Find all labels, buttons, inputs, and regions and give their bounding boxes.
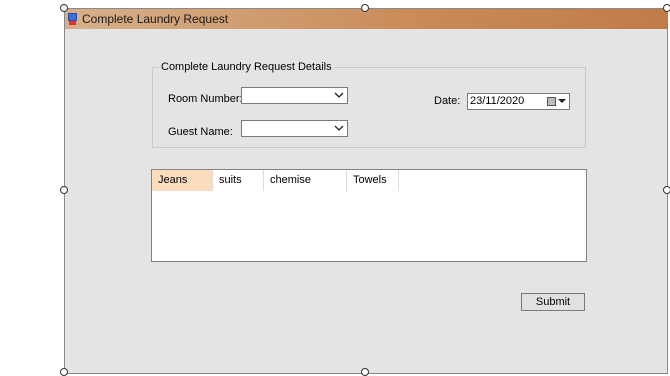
app-form-icon: [67, 13, 78, 25]
submit-button[interactable]: Submit: [521, 293, 585, 311]
column-header-chemise[interactable]: chemise: [264, 170, 347, 191]
resize-handle-middle-right[interactable]: [663, 186, 670, 194]
resize-handle-top-left[interactable]: [60, 4, 68, 12]
guest-name-label: Guest Name:: [168, 126, 233, 138]
room-number-combobox[interactable]: [241, 87, 348, 104]
column-header-jeans[interactable]: Jeans: [152, 170, 213, 191]
column-header-suits[interactable]: suits: [213, 170, 264, 191]
resize-handle-top-center[interactable]: [361, 4, 369, 12]
laundry-items-listview[interactable]: Jeans suits chemise Towels: [151, 169, 587, 262]
guest-name-combobox[interactable]: [241, 120, 348, 137]
date-value: 23/11/2020: [470, 95, 525, 107]
column-header-towels[interactable]: Towels: [347, 170, 399, 191]
caret-down-icon[interactable]: [558, 97, 566, 105]
resize-handle-middle-left[interactable]: [60, 186, 68, 194]
listview-header: Jeans suits chemise Towels: [152, 170, 399, 191]
title-bar[interactable]: Complete Laundry Request: [65, 9, 667, 29]
resize-handle-bottom-left[interactable]: [60, 368, 68, 376]
date-picker[interactable]: 23/11/2020: [467, 93, 570, 110]
laundry-request-form: Complete Laundry Request Complete Laundr…: [64, 8, 668, 374]
calendar-icon[interactable]: [547, 97, 556, 106]
details-groupbox-legend: Complete Laundry Request Details: [159, 61, 334, 73]
resize-handle-top-right[interactable]: [663, 4, 670, 12]
date-label: Date:: [434, 95, 461, 107]
chevron-down-icon: [334, 125, 344, 131]
chevron-down-icon: [334, 92, 344, 98]
window-title: Complete Laundry Request: [82, 12, 229, 26]
room-number-label: Room Number:: [168, 93, 243, 105]
resize-handle-bottom-center[interactable]: [361, 368, 369, 376]
